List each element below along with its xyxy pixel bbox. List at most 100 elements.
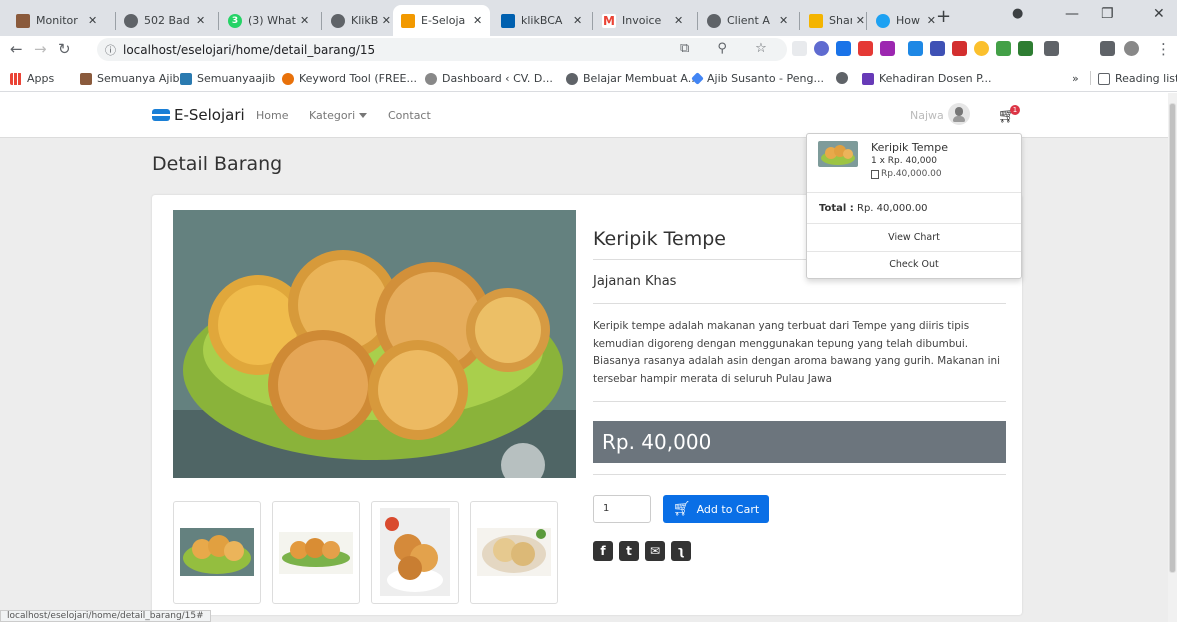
extension-icon[interactable] [814,41,829,56]
profile-avatar-icon[interactable] [1124,41,1139,56]
forward-arrow-icon[interactable]: → [34,40,47,58]
page-viewport: E-Selojari Home Kategori Contact Najwa 🛒… [0,93,1168,622]
email-icon[interactable]: ✉ [645,541,665,561]
tab-howto[interactable]: How to ✕ [868,5,936,36]
site-brand[interactable]: E-Selojari [152,106,245,124]
pdf-extension-icon[interactable] [952,41,967,56]
user-avatar-icon[interactable] [948,103,970,125]
product-thumbnail[interactable] [173,501,261,604]
product-thumbnail[interactable] [272,501,360,604]
tab-monitor[interactable]: Monitor ✕ [8,5,112,36]
extension-icon[interactable] [858,41,873,56]
restore-icon[interactable]: ❐ [1101,6,1114,22]
tab-close-icon[interactable]: ✕ [88,14,97,27]
tab-close-icon[interactable]: ✕ [473,14,482,27]
minimize-icon[interactable]: — [1065,6,1079,22]
tab-close-icon[interactable]: ✕ [927,14,936,27]
total-value: Rp. 40,000.00 [857,203,928,214]
nav-link-kategori[interactable]: Kategori [309,109,368,122]
profile-dot-icon[interactable]: ● [1012,6,1023,21]
more-bookmarks-button[interactable]: » [1072,72,1079,85]
bookmark-semuanyaajib[interactable]: Semuanyaajib [180,72,275,85]
bookmark-kehadiran[interactable]: Kehadiran Dosen P... [862,72,992,85]
cart-total: Total : Rp. 40,000.00 [819,203,928,214]
tab-klikbca-2[interactable]: klikBCA ✕ [493,5,590,36]
add-to-cart-button[interactable]: 🛒︎ Add to Cart [663,495,769,523]
bookmark-semuanya-ajib[interactable]: Semuanya Ajib [80,72,180,85]
window-close-icon[interactable]: ✕ [1153,6,1165,22]
extension-icon[interactable] [792,41,807,56]
bookmark-ajib-susanto[interactable]: Ajib Susanto - Peng... [691,72,824,85]
tab-close-icon[interactable]: ✕ [856,14,865,27]
product-description: Keripik tempe adalah makanan yang terbua… [593,320,1000,385]
brand-name: E-Selojari [174,106,245,124]
view-chart-link[interactable]: View Chart [807,232,1021,243]
rss-icon[interactable]: ʅ [671,541,691,561]
extensions-puzzle-icon[interactable] [1100,41,1115,56]
tab-close-icon[interactable]: ✕ [573,14,582,27]
product-thumbnail[interactable] [470,501,558,604]
check-out-link[interactable]: Check Out [807,259,1021,270]
tab-close-icon[interactable]: ✕ [382,14,391,27]
subtotal-value: Rp.40,000.00 [881,169,942,179]
bookmark-label: Ajib Susanto - Peng... [707,72,824,85]
tab-title: klikBCA [521,14,563,27]
address-bar-actions[interactable]: ⧉ ⚲ ☆ [680,41,779,56]
bookmark-keyword-tool[interactable]: Keyword Tool (FREE... [282,72,417,85]
tab-favicon [331,13,345,28]
status-bar-url: localhost/eselojari/home/detail_barang/1… [0,610,211,622]
tab-502[interactable]: 502 Bad ✕ [116,5,215,36]
bookmark-label: Keyword Tool (FREE... [299,72,417,85]
tab-client[interactable]: Client A ✕ [699,5,796,36]
apps-grid-icon [10,72,22,85]
tab-klikbca[interactable]: KlikBCA ✕ [323,5,391,36]
bookmark-globe[interactable] [836,72,853,84]
bookmark-belajar[interactable]: Belajar Membuat A... [566,72,698,85]
cart-plus-icon: 🛒︎ [672,501,691,517]
extension-icon[interactable] [1018,41,1033,56]
browser-menu-icon[interactable]: ⋮ [1156,40,1171,58]
bookmark-apps[interactable]: Apps [10,72,54,85]
bookmark-label: Semuanya Ajib [97,72,180,85]
tab-sharing[interactable]: Sharing ✕ [801,5,865,36]
divider [807,192,1021,193]
reading-list-button[interactable]: Reading list [1098,72,1177,85]
tab-close-icon[interactable]: ✕ [779,14,788,27]
nav-link-contact[interactable]: Contact [388,109,431,122]
tab-title: Invoice [622,14,662,27]
back-arrow-icon[interactable]: ← [10,40,23,58]
cart-item-subtotal: Rp.40,000.00 [871,169,942,179]
drive-extension-icon[interactable] [996,41,1011,56]
quantity-input[interactable]: 1 [593,495,651,523]
tab-close-icon[interactable]: ✕ [674,14,683,27]
tab-favicon [707,13,721,28]
tab-title: Monitor [36,14,78,27]
caret-down-icon [359,113,368,118]
tab-close-icon[interactable]: ✕ [196,14,205,27]
bookmark-dashboard[interactable]: Dashboard ‹ CV. D... [425,72,553,85]
product-thumbnail[interactable] [371,501,459,604]
tab-invoice[interactable]: M Invoice ✕ [594,5,694,36]
tab-eselojari[interactable]: E-Seloja ✕ [393,5,490,36]
tab-whatsapp[interactable]: 3 (3) What ✕ [220,5,319,36]
extension-icon[interactable] [908,41,923,56]
extension-icon[interactable] [1044,41,1059,56]
forms-icon [862,72,874,85]
tab-title: 502 Bad [144,14,190,27]
extension-icon[interactable] [880,41,895,56]
extension-icon[interactable] [930,41,945,56]
divider [593,474,1006,475]
cart-item-thumbnail [818,141,858,167]
site-info-icon[interactable]: ⓘ [105,42,116,58]
new-tab-plus-icon[interactable]: + [936,6,951,27]
twitter-icon[interactable]: t [619,541,639,561]
reload-icon[interactable]: ↻ [58,40,71,58]
facebook-icon[interactable]: f [593,541,613,561]
page-scrollbar[interactable] [1168,93,1177,622]
extension-icon[interactable] [836,41,851,56]
tab-close-icon[interactable]: ✕ [300,14,309,27]
user-name[interactable]: Najwa [910,109,944,122]
extension-icon[interactable] [974,41,989,56]
nav-link-home[interactable]: Home [256,109,288,122]
scrollbar-thumb[interactable] [1169,103,1176,573]
